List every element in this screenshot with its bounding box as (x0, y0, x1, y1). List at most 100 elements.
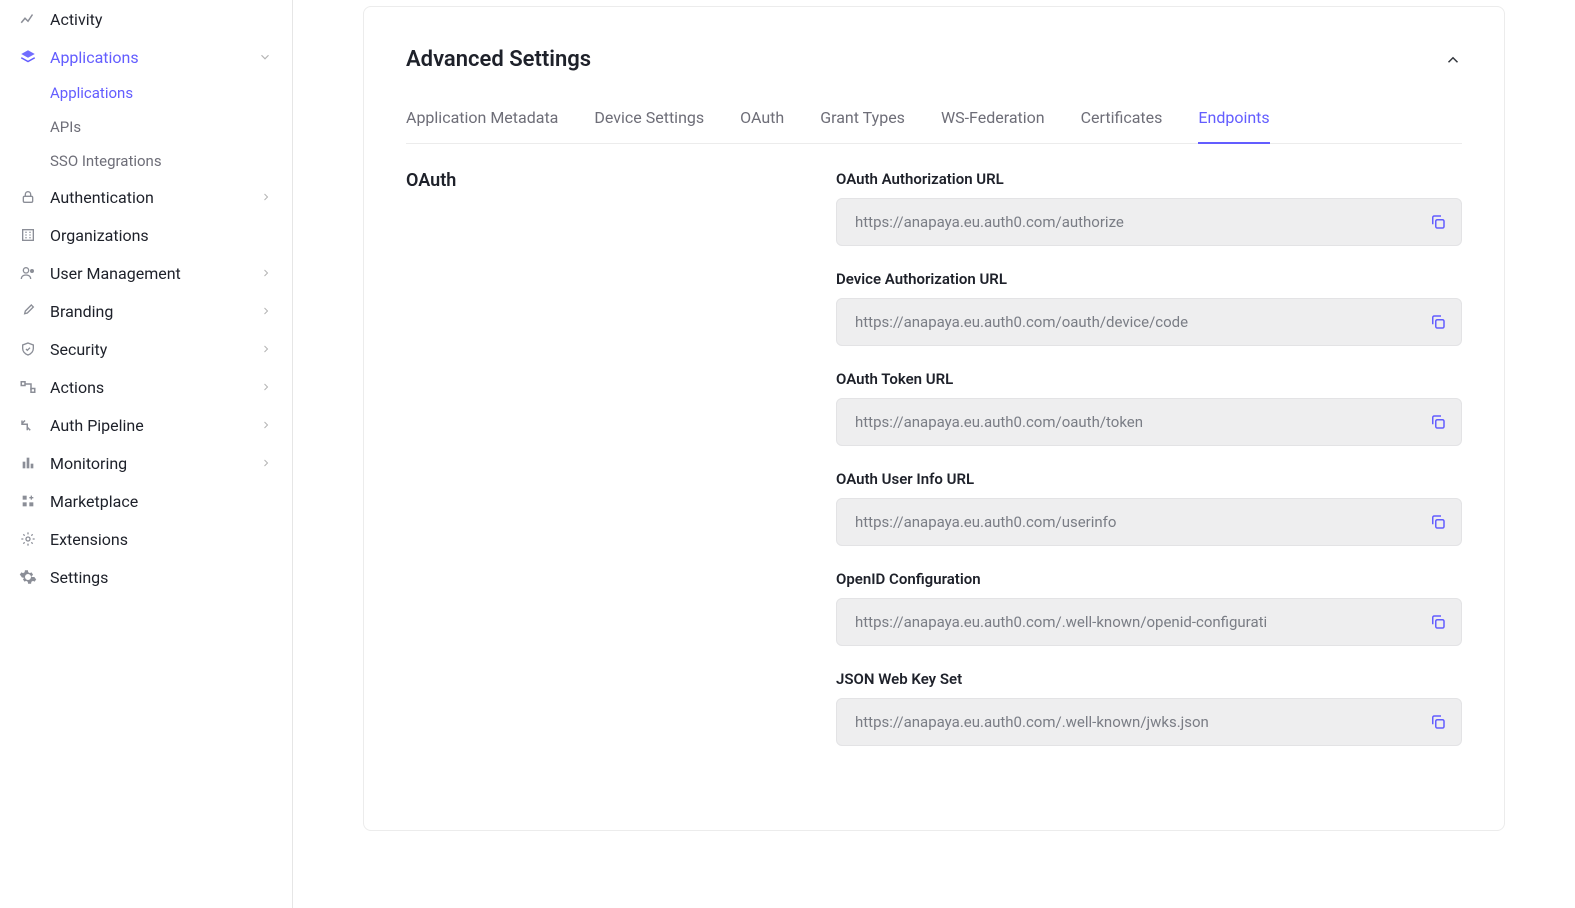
sidebar-item-user-management[interactable]: User Management (0, 254, 292, 292)
copy-icon (1429, 513, 1447, 531)
chevron-right-icon (260, 381, 272, 393)
endpoints-section: OAuth OAuth Authorization URL https://an… (406, 170, 1462, 770)
field-label: OpenID Configuration (836, 570, 1462, 588)
sidebar-submenu-applications: Applications APIs SSO Integrations (0, 76, 292, 178)
card-title: Advanced Settings (406, 47, 591, 72)
tab-endpoints[interactable]: Endpoints (1198, 108, 1269, 143)
copy-button[interactable] (1425, 409, 1451, 435)
sidebar-item-organizations[interactable]: Organizations (0, 216, 292, 254)
sidebar: Activity Applications Applications APIs … (0, 0, 293, 908)
sidebar-item-branding[interactable]: Branding (0, 292, 292, 330)
field-value[interactable]: https://anapaya.eu.auth0.com/authorize (855, 213, 1425, 231)
main-content: Advanced Settings Application Metadata D… (293, 0, 1575, 908)
tab-ws-federation[interactable]: WS-Federation (941, 108, 1045, 143)
tab-certificates[interactable]: Certificates (1081, 108, 1163, 143)
section-left: OAuth (406, 170, 836, 770)
field-label: JSON Web Key Set (836, 670, 1462, 688)
layers-icon (18, 47, 38, 67)
tab-grant-types[interactable]: Grant Types (820, 108, 905, 143)
chevron-right-icon (260, 267, 272, 279)
tab-application-metadata[interactable]: Application Metadata (406, 108, 558, 143)
building-icon (18, 225, 38, 245)
sidebar-subitem-sso-integrations[interactable]: SSO Integrations (50, 144, 292, 178)
sidebar-item-applications[interactable]: Applications (0, 38, 292, 76)
chevron-right-icon (260, 305, 272, 317)
field-device-authorization-url: Device Authorization URL https://anapaya… (836, 270, 1462, 346)
sidebar-item-monitoring[interactable]: Monitoring (0, 444, 292, 482)
sidebar-item-auth-pipeline[interactable]: Auth Pipeline (0, 406, 292, 444)
chevron-right-icon (260, 343, 272, 355)
field-input-wrap: https://anapaya.eu.auth0.com/.well-known… (836, 598, 1462, 646)
sidebar-item-label: Authentication (50, 188, 260, 207)
tab-device-settings[interactable]: Device Settings (594, 108, 704, 143)
sidebar-subitem-applications[interactable]: Applications (50, 76, 292, 110)
sidebar-item-label: Applications (50, 48, 258, 67)
copy-button[interactable] (1425, 609, 1451, 635)
sidebar-item-label: Organizations (50, 226, 272, 245)
field-input-wrap: https://anapaya.eu.auth0.com/oauth/devic… (836, 298, 1462, 346)
sidebar-item-label: Security (50, 340, 260, 359)
grid-add-icon (18, 491, 38, 511)
field-input-wrap: https://anapaya.eu.auth0.com/userinfo (836, 498, 1462, 546)
sidebar-item-label: Settings (50, 568, 272, 587)
chevron-up-icon (1444, 51, 1462, 69)
collapse-button[interactable] (1444, 51, 1462, 69)
field-label: OAuth User Info URL (836, 470, 1462, 488)
field-label: OAuth Authorization URL (836, 170, 1462, 188)
sidebar-item-security[interactable]: Security (0, 330, 292, 368)
field-value[interactable]: https://anapaya.eu.auth0.com/oauth/token (855, 413, 1425, 431)
copy-icon (1429, 213, 1447, 231)
tab-oauth[interactable]: OAuth (740, 108, 784, 143)
lock-icon (18, 187, 38, 207)
copy-button[interactable] (1425, 309, 1451, 335)
pipeline-icon (18, 415, 38, 435)
sidebar-item-label: Activity (50, 10, 272, 29)
field-oauth-token-url: OAuth Token URL https://anapaya.eu.auth0… (836, 370, 1462, 446)
field-json-web-key-set: JSON Web Key Set https://anapaya.eu.auth… (836, 670, 1462, 746)
field-value[interactable]: https://anapaya.eu.auth0.com/userinfo (855, 513, 1425, 531)
sidebar-item-extensions[interactable]: Extensions (0, 520, 292, 558)
field-input-wrap: https://anapaya.eu.auth0.com/oauth/token (836, 398, 1462, 446)
sidebar-item-label: Monitoring (50, 454, 260, 473)
field-label: OAuth Token URL (836, 370, 1462, 388)
sidebar-item-label: Auth Pipeline (50, 416, 260, 435)
sidebar-subitem-apis[interactable]: APIs (50, 110, 292, 144)
sidebar-item-settings[interactable]: Settings (0, 558, 292, 596)
chevron-down-icon (258, 50, 272, 64)
flow-icon (18, 377, 38, 397)
field-value[interactable]: https://anapaya.eu.auth0.com/oauth/devic… (855, 313, 1425, 331)
section-right: OAuth Authorization URL https://anapaya.… (836, 170, 1462, 770)
copy-button[interactable] (1425, 209, 1451, 235)
sidebar-item-marketplace[interactable]: Marketplace (0, 482, 292, 520)
copy-button[interactable] (1425, 709, 1451, 735)
sidebar-item-label: Marketplace (50, 492, 272, 511)
cog-icon (18, 567, 38, 587)
shield-icon (18, 339, 38, 359)
sidebar-item-authentication[interactable]: Authentication (0, 178, 292, 216)
copy-icon (1429, 313, 1447, 331)
chevron-right-icon (260, 457, 272, 469)
brush-icon (18, 301, 38, 321)
sidebar-item-actions[interactable]: Actions (0, 368, 292, 406)
sidebar-item-label: Actions (50, 378, 260, 397)
user-icon (18, 263, 38, 283)
copy-button[interactable] (1425, 509, 1451, 535)
tabs: Application Metadata Device Settings OAu… (406, 108, 1462, 144)
chart-icon (18, 9, 38, 29)
chevron-right-icon (260, 419, 272, 431)
copy-icon (1429, 613, 1447, 631)
sidebar-item-label: User Management (50, 264, 260, 283)
field-oauth-user-info-url: OAuth User Info URL https://anapaya.eu.a… (836, 470, 1462, 546)
card-header: Advanced Settings (406, 47, 1462, 72)
bars-icon (18, 453, 38, 473)
sidebar-item-activity[interactable]: Activity (0, 0, 292, 38)
field-value[interactable]: https://anapaya.eu.auth0.com/.well-known… (855, 713, 1425, 731)
field-openid-configuration: OpenID Configuration https://anapaya.eu.… (836, 570, 1462, 646)
sidebar-item-label: Extensions (50, 530, 272, 549)
field-value[interactable]: https://anapaya.eu.auth0.com/.well-known… (855, 613, 1425, 631)
chevron-right-icon (260, 191, 272, 203)
field-input-wrap: https://anapaya.eu.auth0.com/authorize (836, 198, 1462, 246)
field-input-wrap: https://anapaya.eu.auth0.com/.well-known… (836, 698, 1462, 746)
copy-icon (1429, 713, 1447, 731)
field-label: Device Authorization URL (836, 270, 1462, 288)
